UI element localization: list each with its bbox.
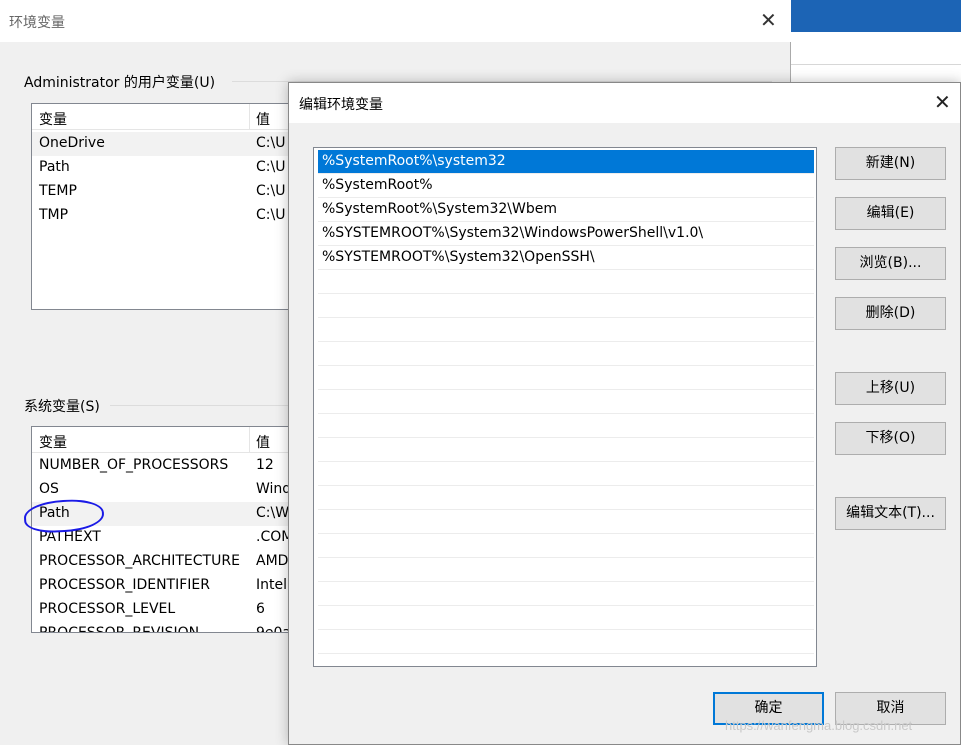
entry-text: %SYSTEMROOT%\System32\WindowsPowerShell\… <box>322 225 704 241</box>
list-item-empty[interactable] <box>318 558 814 582</box>
list-item-empty[interactable] <box>318 366 814 390</box>
list-row[interactable]: PROCESSOR_ARCHITECTURE AMD <box>32 550 300 574</box>
list-item[interactable]: %SystemRoot% <box>318 174 814 198</box>
list-row[interactable]: TEMP C:\U <box>32 180 300 204</box>
list-item[interactable]: %SYSTEMROOT%\System32\OpenSSH\ <box>318 246 814 270</box>
var-name: PROCESSOR_LEVEL <box>39 601 176 617</box>
dialog-titlebar: 编辑环境变量 ✕ <box>289 83 960 123</box>
entry-text: %SYSTEMROOT%\System32\OpenSSH\ <box>322 249 595 265</box>
entry-text: %SystemRoot%\System32\Wbem <box>322 201 557 217</box>
list-item-empty[interactable] <box>318 486 814 510</box>
list-row[interactable]: Path C:\U <box>32 156 300 180</box>
list-item-empty[interactable] <box>318 390 814 414</box>
watermark: https://wanfengma.blog.csdn.net <box>725 718 913 733</box>
var-name: PROCESSOR_ARCHITECTURE <box>39 553 240 569</box>
edit-env-var-dialog: 编辑环境变量 ✕ %SystemRoot%\system32 %SystemRo… <box>288 82 961 745</box>
list-item-empty[interactable] <box>318 318 814 342</box>
list-row[interactable]: TMP C:\U <box>32 204 300 228</box>
entry-text: %SystemRoot% <box>322 177 433 193</box>
list-item-empty[interactable] <box>318 534 814 558</box>
column-header-value[interactable]: 值 <box>256 432 270 452</box>
var-value: AMD <box>256 553 289 569</box>
list-item-empty[interactable] <box>318 606 814 630</box>
list-header: 变量 值 <box>32 427 300 453</box>
list-item-empty[interactable] <box>318 414 814 438</box>
dialog-title: 编辑环境变量 <box>299 97 383 113</box>
column-header-name[interactable]: 变量 <box>39 432 67 452</box>
list-item[interactable]: %SYSTEMROOT%\System32\WindowsPowerShell\… <box>318 222 814 246</box>
list-row[interactable]: NUMBER_OF_PROCESSORS 12 <box>32 454 300 478</box>
var-value: C:\U <box>256 183 286 199</box>
var-value: 12 <box>256 457 274 473</box>
var-name: TEMP <box>39 183 77 199</box>
list-row[interactable]: PROCESSOR_REVISION 9e0a <box>32 622 300 633</box>
list-item-empty[interactable] <box>318 582 814 606</box>
var-name: OneDrive <box>39 135 105 151</box>
list-item-empty[interactable] <box>318 270 814 294</box>
list-item-empty[interactable] <box>318 438 814 462</box>
path-entries-list[interactable]: %SystemRoot%\system32 %SystemRoot% %Syst… <box>313 147 817 667</box>
list-item-empty[interactable] <box>318 342 814 366</box>
delete-button[interactable]: 删除(D) <box>835 297 946 330</box>
list-item-empty[interactable] <box>318 630 814 654</box>
user-vars-list[interactable]: 变量 值 OneDrive C:\U Path C:\U TEMP C:\U T… <box>31 103 301 310</box>
background-window-titlebar <box>790 0 961 32</box>
var-name: Path <box>39 159 70 175</box>
column-separator[interactable] <box>249 104 250 130</box>
background-divider <box>790 64 961 65</box>
browse-button[interactable]: 浏览(B)... <box>835 247 946 280</box>
var-name: OS <box>39 481 59 497</box>
var-value: 6 <box>256 601 265 617</box>
var-value: C:\U <box>256 207 286 223</box>
close-icon[interactable]: ✕ <box>934 92 951 112</box>
list-row[interactable]: OneDrive C:\U <box>32 132 300 156</box>
var-value: Intel <box>256 577 287 593</box>
var-value: C:\U <box>256 135 286 151</box>
move-down-button[interactable]: 下移(O) <box>835 422 946 455</box>
column-header-value[interactable]: 值 <box>256 109 270 129</box>
user-vars-label: Administrator 的用户变量(U) <box>24 75 216 91</box>
list-row[interactable]: PROCESSOR_LEVEL 6 <box>32 598 300 622</box>
env-vars-titlebar: 环境变量 ✕ <box>0 0 791 42</box>
list-item-empty[interactable] <box>318 294 814 318</box>
list-item[interactable]: %SystemRoot%\system32 <box>318 150 814 174</box>
var-value: C:\U <box>256 159 286 175</box>
entry-text: %SystemRoot%\system32 <box>322 153 506 169</box>
column-header-name[interactable]: 变量 <box>39 109 67 129</box>
var-name: PROCESSOR_IDENTIFIER <box>39 577 210 593</box>
new-button[interactable]: 新建(N) <box>835 147 946 180</box>
env-vars-title: 环境变量 <box>9 15 65 31</box>
list-row[interactable]: PROCESSOR_IDENTIFIER Intel <box>32 574 300 598</box>
edit-button[interactable]: 编辑(E) <box>835 197 946 230</box>
move-up-button[interactable]: 上移(U) <box>835 372 946 405</box>
var-name: PROCESSOR_REVISION <box>39 625 200 633</box>
edit-text-button[interactable]: 编辑文本(T)... <box>835 497 946 530</box>
list-item-empty[interactable] <box>318 510 814 534</box>
var-value: Wind <box>256 481 292 497</box>
close-icon[interactable]: ✕ <box>760 10 777 30</box>
list-header: 变量 值 <box>32 104 300 130</box>
list-row[interactable]: OS Wind <box>32 478 300 502</box>
var-value: 9e0a <box>256 625 292 633</box>
var-value: C:\W <box>256 505 290 521</box>
list-item-empty[interactable] <box>318 462 814 486</box>
var-name: TMP <box>39 207 69 223</box>
var-name: NUMBER_OF_PROCESSORS <box>39 457 229 473</box>
column-separator[interactable] <box>249 427 250 453</box>
list-item[interactable]: %SystemRoot%\System32\Wbem <box>318 198 814 222</box>
system-vars-label: 系统变量(S) <box>24 399 100 415</box>
